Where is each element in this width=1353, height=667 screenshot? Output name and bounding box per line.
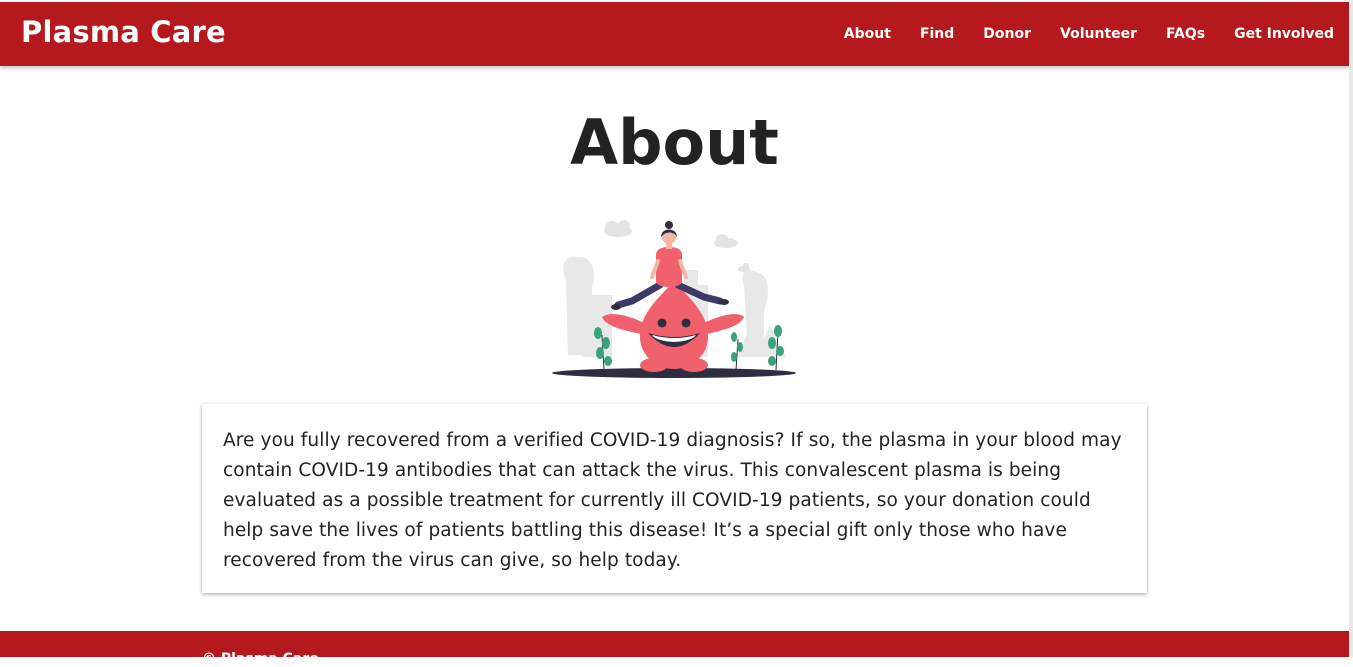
nav-links: About Find Donor Volunteer FAQs Get Invo… xyxy=(815,2,1334,66)
nav-link-about[interactable]: About xyxy=(844,26,891,42)
nav-link-volunteer[interactable]: Volunteer xyxy=(1060,26,1137,42)
about-description: Are you fully recovered from a verified … xyxy=(223,430,1122,571)
scrollbar-track[interactable] xyxy=(1349,0,1353,657)
page-title: About xyxy=(570,106,779,179)
about-card: Are you fully recovered from a verified … xyxy=(202,404,1147,593)
top-navbar: Plasma Care About Find Donor Volunteer F… xyxy=(0,2,1349,66)
nav-link-get-involved[interactable]: Get Involved xyxy=(1234,26,1334,42)
nav-link-find[interactable]: Find xyxy=(920,26,954,42)
footer: © Plasma Care xyxy=(0,631,1349,667)
brand-logo-link[interactable]: Plasma Care xyxy=(21,15,226,49)
blood-drop-character-illustration xyxy=(552,220,796,378)
page: Plasma Care About Find Donor Volunteer F… xyxy=(0,0,1349,667)
footer-copyright: © Plasma Care xyxy=(202,651,319,667)
nav-link-faqs[interactable]: FAQs xyxy=(1166,26,1205,42)
nav-link-donor[interactable]: Donor xyxy=(983,26,1031,42)
